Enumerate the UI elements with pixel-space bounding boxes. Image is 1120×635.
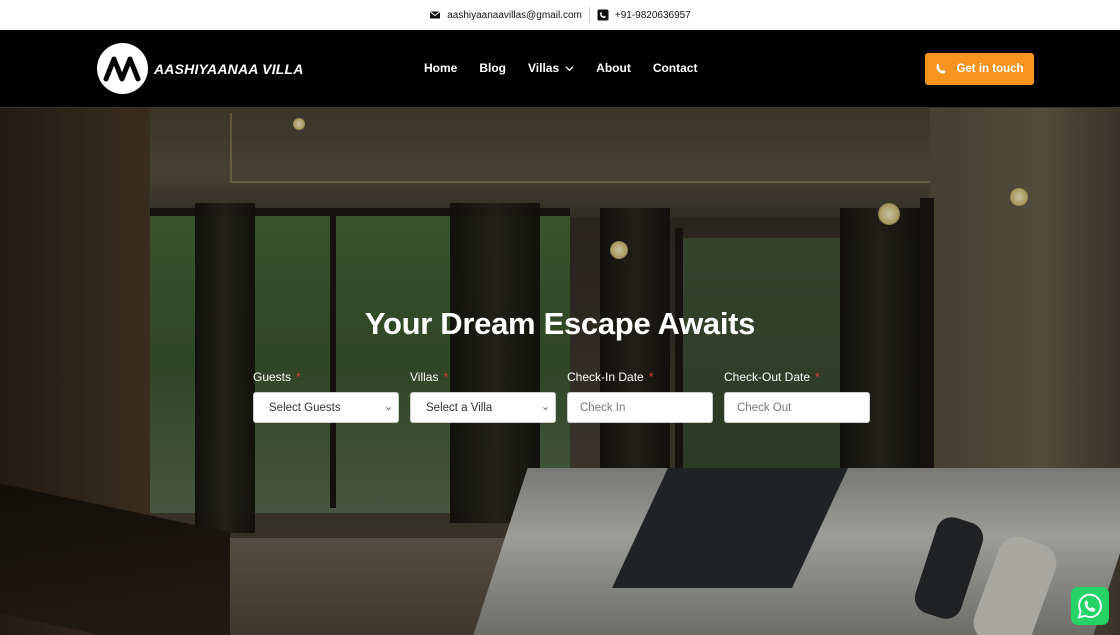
- check-in-field: Check-In Date * Check In: [567, 370, 713, 423]
- guests-select-value: Select Guests: [269, 401, 341, 414]
- required-mark: *: [443, 370, 449, 384]
- email-text[interactable]: aashiyaanaavillas@gmail.com: [447, 10, 582, 21]
- main-nav: Home Blog Villas About Contact: [424, 61, 697, 75]
- nav-home[interactable]: Home: [424, 61, 457, 75]
- phone-contact[interactable]: +91-9820636957: [590, 9, 698, 21]
- guests-field: Guests * Select Guests: [253, 370, 399, 423]
- cta-label: Get in touch: [956, 63, 1024, 75]
- guests-select[interactable]: Select Guests: [253, 392, 399, 423]
- logo-mark-icon: [97, 43, 148, 94]
- villas-field: Villas * Select a Villa: [410, 370, 556, 423]
- nav-contact[interactable]: Contact: [653, 61, 698, 75]
- get-in-touch-button[interactable]: Get in touch: [925, 53, 1034, 85]
- chevron-down-icon: [386, 407, 391, 411]
- hero-section: Your Dream Escape Awaits Guests * Select …: [0, 108, 1120, 635]
- check-out-label: Check-Out Date *: [724, 370, 820, 384]
- whatsapp-icon: [1077, 593, 1102, 619]
- site-logo[interactable]: AASHIYAANAA VILLA: [97, 43, 304, 94]
- check-out-field: Check-Out Date * Check Out: [724, 370, 870, 423]
- email-contact[interactable]: aashiyaanaavillas@gmail.com: [422, 9, 589, 21]
- nav-villas[interactable]: Villas: [528, 61, 574, 75]
- required-mark: *: [815, 370, 820, 384]
- phone-text[interactable]: +91-9820636957: [615, 10, 691, 21]
- check-in-placeholder: Check In: [580, 401, 626, 414]
- chevron-down-icon: [565, 65, 574, 71]
- check-in-input[interactable]: Check In: [567, 392, 713, 423]
- villa-select-value: Select a Villa: [426, 401, 493, 414]
- chevron-down-icon: [543, 407, 548, 411]
- envelope-icon: [429, 11, 441, 19]
- nav-villas-label: Villas: [528, 61, 560, 75]
- site-header: AASHIYAANAA VILLA Home Blog Villas About…: [0, 30, 1120, 108]
- brand-name: AASHIYAANAA VILLA: [154, 60, 304, 77]
- booking-form: Guests * Select Guests Villas * Select a V…: [253, 370, 870, 423]
- nav-blog[interactable]: Blog: [479, 61, 506, 75]
- nav-about[interactable]: About: [596, 61, 631, 75]
- check-out-input[interactable]: Check Out: [724, 392, 870, 423]
- hero-title: Your Dream Escape Awaits: [364, 306, 756, 341]
- villas-label: Villas *: [410, 370, 449, 384]
- top-contact-bar: aashiyaanaavillas@gmail.com +91-98206369…: [0, 0, 1120, 30]
- villa-select[interactable]: Select a Villa: [410, 392, 556, 423]
- required-mark: *: [296, 370, 301, 384]
- guests-label: Guests *: [253, 370, 301, 384]
- required-mark: *: [648, 370, 654, 384]
- phone-square-icon: [597, 9, 609, 21]
- check-out-placeholder: Check Out: [737, 401, 792, 414]
- phone-icon: [936, 64, 946, 74]
- whatsapp-button[interactable]: [1071, 587, 1109, 625]
- check-in-label: Check-In Date *: [567, 370, 654, 384]
